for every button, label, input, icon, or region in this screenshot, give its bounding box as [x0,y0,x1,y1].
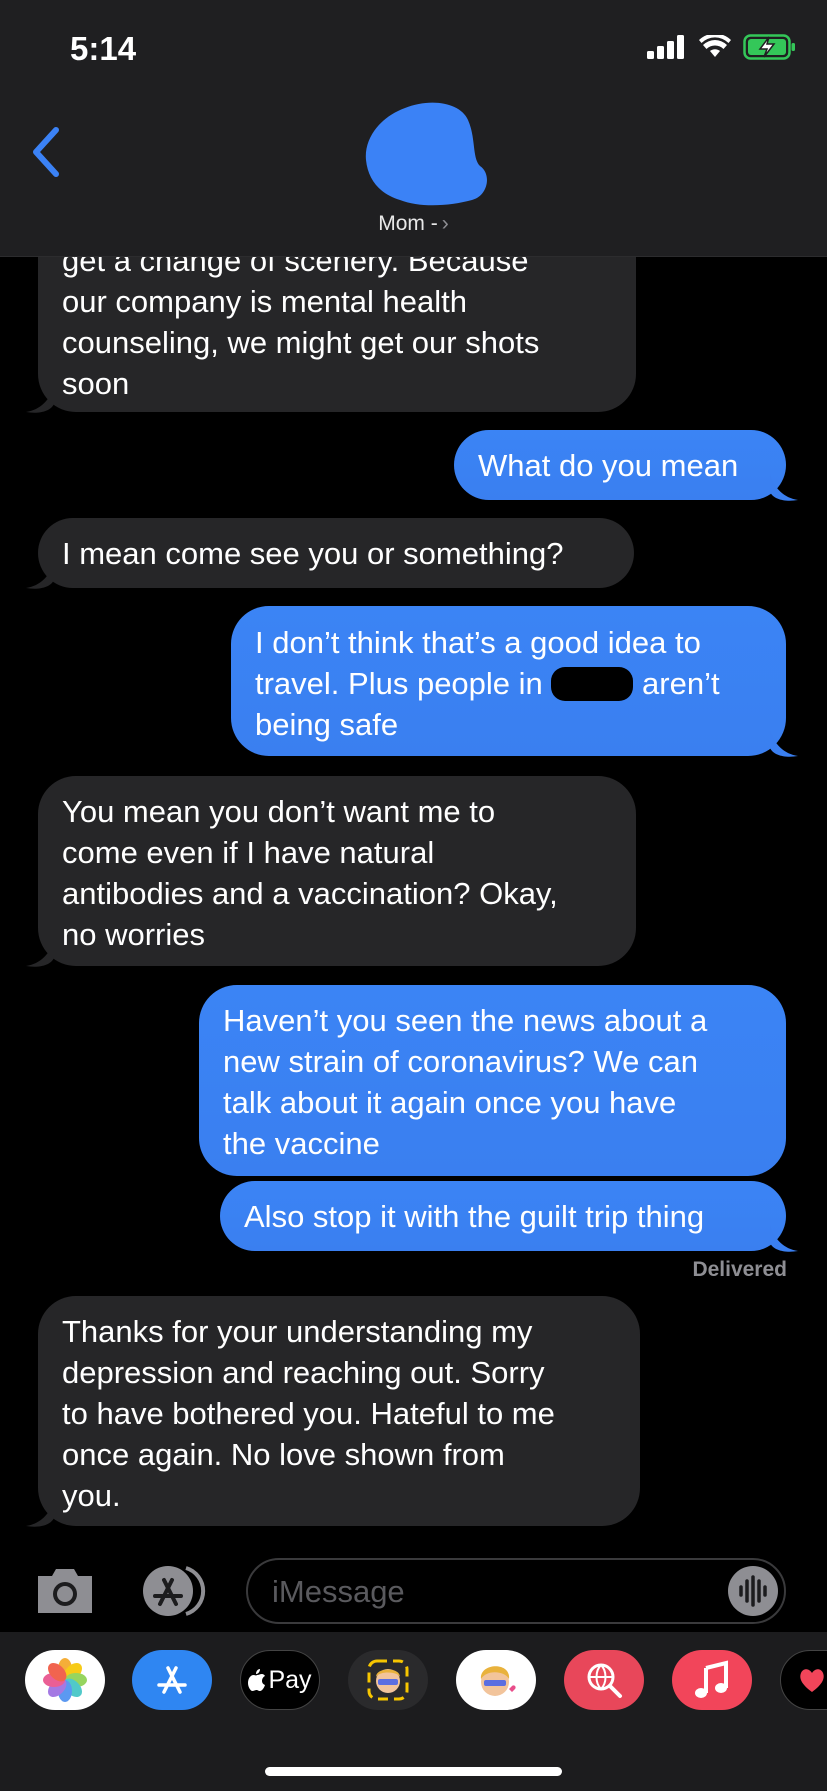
photos-icon [43,1658,87,1702]
battery-charging-icon [743,34,795,60]
globe-search-icon [587,1663,622,1698]
audio-message-button[interactable] [728,1566,778,1616]
app-music[interactable] [672,1650,752,1710]
message-line: travel. Plus people in aren’t [255,663,762,704]
bubble-tail [26,1500,54,1527]
message-fragment: travel. Plus people in [255,666,543,701]
contact-avatar[interactable] [360,100,490,210]
message-input-placeholder: iMessage [272,1574,405,1609]
message-line: antibodies and a vaccination? Okay, [62,876,558,911]
message-line: new strain of coronavirus? We can [223,1044,698,1079]
message-line: Haven’t you seen the news about a [223,1003,708,1038]
wifi-icon [699,35,731,57]
app-photos[interactable] [25,1650,105,1710]
message-line: talk about it again once you have [223,1085,677,1120]
status-time: 5:14 [70,30,137,67]
bubble-tail [26,940,54,967]
bubble-tail [26,386,54,413]
message-outgoing[interactable]: Haven’t you seen the news about a new st… [199,985,786,1176]
applepay-label: Pay [268,1665,312,1694]
memoji-icon [367,1659,409,1701]
message-line: counseling, we might get our shots [62,325,540,360]
message-text: Also stop it with the guilt trip thing [244,1199,705,1234]
message-text: What do you mean [478,448,739,483]
message-line: once again. No love shown from [62,1437,505,1472]
message-outgoing[interactable]: What do you mean [454,430,786,500]
message-line: I don’t think that’s a good idea to [255,625,701,660]
message-line: no worries [62,917,205,952]
app-search[interactable] [564,1650,644,1710]
message-line: to have bothered you. Hateful to me [62,1396,555,1431]
camera-icon[interactable] [34,1566,96,1616]
message-line: Thanks for your understanding my [62,1314,533,1349]
redaction-mark [551,667,634,701]
message-incoming[interactable]: I mean come see you or something? [38,518,634,588]
message-line: You mean you don’t want me to [62,794,496,829]
message-line: being safe [255,707,399,742]
message-input[interactable]: iMessage [246,1558,786,1624]
contact-name-label: Mom - [378,212,438,235]
bubble-tail [770,730,798,757]
appstore-icon [157,1666,187,1694]
message-incoming[interactable]: Thanks for your understanding my depress… [38,1296,640,1526]
contact-name[interactable]: Mom - › [0,212,827,236]
status-icons [647,34,797,60]
signal-icon [647,35,684,59]
bubble-tail [770,474,798,501]
message-line: you. [62,1478,121,1513]
heart-icon [800,1669,824,1692]
message-line: soon [62,366,130,401]
message-outgoing[interactable]: I don’t think that’s a good idea to trav… [231,606,786,756]
message-text: I mean come see you or something? [62,536,564,571]
message-outgoing[interactable]: Also stop it with the guilt trip thing [220,1181,786,1251]
home-indicator[interactable] [265,1767,562,1776]
app-memoji-stickers[interactable] [456,1650,536,1710]
bubble-tail [770,1225,798,1252]
message-line: the vaccine [223,1126,380,1161]
message-line: come even if I have natural [62,835,435,870]
app-apple-pay[interactable]: Pay [240,1650,320,1710]
app-memoji[interactable] [348,1650,428,1710]
message-line: depression and reaching out. Sorry [62,1355,545,1390]
message-incoming[interactable]: You mean you don’t want me to come even … [38,776,636,966]
chevron-right-icon: › [441,212,449,235]
applepay-icon [248,1669,266,1691]
message-fragment: aren’t [642,666,720,701]
app-digital-touch[interactable] [780,1650,827,1710]
waveform-icon [739,1575,767,1607]
back-chevron-icon[interactable] [26,122,66,182]
music-icon [695,1660,728,1698]
memoji-stickers-icon [480,1666,516,1696]
app-store[interactable] [132,1650,212,1710]
message-line: our company is mental health [62,284,467,319]
delivered-status: Delivered [692,1258,787,1281]
conversation-header: 5:14 Mom - › [0,0,827,257]
bubble-tail [26,562,54,589]
apps-button-icon[interactable] [138,1564,212,1618]
